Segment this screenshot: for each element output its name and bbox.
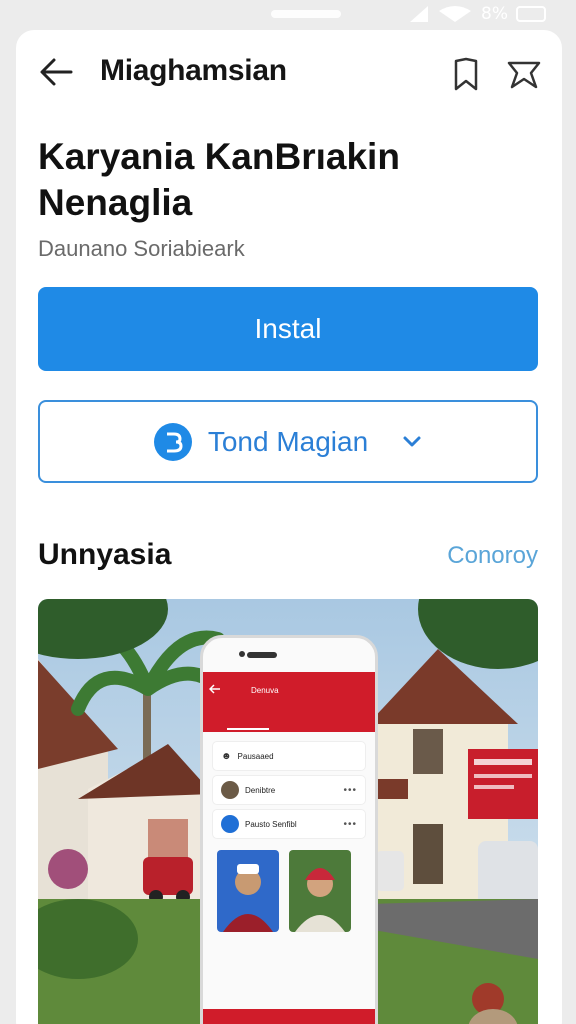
profile-photo [217,850,279,932]
more-icon: ••• [343,818,357,830]
profile-photo [289,850,351,932]
phone-header-title: Denuva [251,686,279,695]
developer-name[interactable]: Daunano Soriabieark [38,236,245,262]
status-bar: 8% [0,0,576,28]
wifi-icon [439,6,472,22]
phone-tab-indicator [227,728,269,730]
bookmark-button[interactable] [448,54,484,94]
more-icon: ••• [343,784,357,796]
section-title: Unnyasia [38,538,172,571]
list-item: Denibtre ••• [213,776,365,804]
chevron-down-icon [402,435,422,449]
tour-button-label: Tond Magian [207,425,369,457]
brand-logo-icon [153,422,192,461]
bookmark-icon [454,57,478,91]
battery-icon [516,6,546,22]
user-icon: ☻ [221,750,232,762]
app-bar-title: Miaghamsian [100,54,287,87]
section-see-more-link[interactable]: Conoroy [447,542,538,570]
list-item: ☻ Pausaaed [213,742,365,770]
arrow-left-icon [209,684,220,694]
star-button[interactable] [504,54,544,94]
tour-button[interactable]: Tond Magian [38,400,538,483]
battery-percent: 8% [481,4,508,24]
list-item: Pausto Senfibl ••• [213,810,365,838]
app-name: Karyania KanBrıakin Nenaglia [38,136,400,223]
app-bar: Miaghamsian [16,30,562,114]
app-detail-card: Miaghamsian Karyania KanBrıakin Nenaglia… [16,30,562,1024]
avatar [221,815,239,833]
signal-icon [410,6,429,22]
camera-icon [239,651,245,657]
install-button[interactable]: Instal [38,287,538,371]
phone-mockup: Denuva ☻ Pausaaed Denibtre ••• Pausto Se… [200,635,378,1024]
star-icon [507,61,541,89]
list-item-label: Pausaaed [237,751,274,761]
back-button[interactable] [36,52,76,92]
arrow-left-icon [40,58,73,86]
list-item-label: Pausto Senfibl [245,819,297,829]
phone-speaker [247,652,277,658]
list-item-label: Denibtre [245,785,276,795]
phone-bottom-nav [203,1009,375,1024]
phone-app-header: Denuva [203,672,375,732]
status-notification-icons [271,10,342,18]
avatar [221,781,239,799]
